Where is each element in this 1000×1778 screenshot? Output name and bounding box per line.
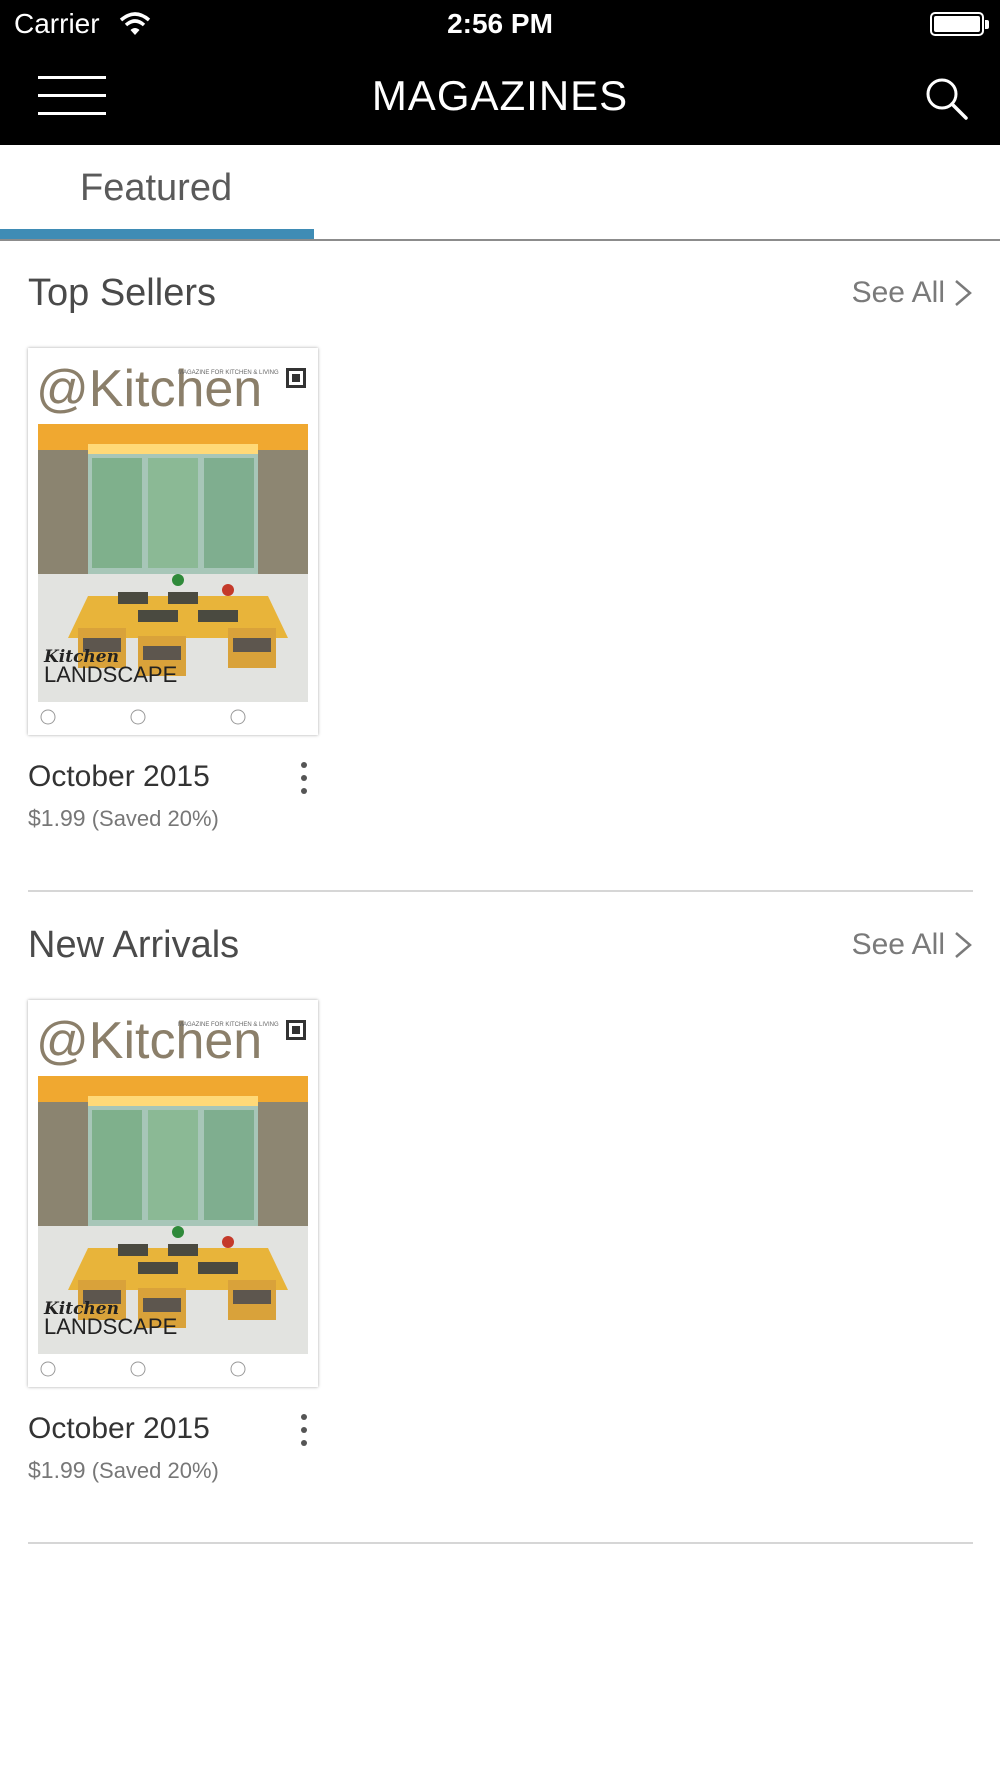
cover-tagline: MAGAZINE FOR KITCHEN & LIVING bbox=[178, 370, 279, 376]
see-all-label: See All bbox=[851, 928, 945, 961]
more-options-icon[interactable] bbox=[298, 762, 310, 802]
section-divider bbox=[28, 1542, 973, 1544]
see-all-label: See All bbox=[851, 276, 945, 309]
cover-masthead: @Kitchen bbox=[36, 1012, 262, 1070]
top-bar: Carrier 2:56 PM MAGAZINES bbox=[0, 0, 1000, 145]
tab-selected-indicator bbox=[0, 229, 314, 239]
cover-masthead: @Kitchen bbox=[36, 360, 262, 418]
magazine-cover[interactable]: @Kitchen MAGAZINE FOR KITCHEN & LIVING K… bbox=[28, 348, 318, 735]
tab-featured[interactable]: Featured bbox=[0, 145, 314, 239]
tab-bar: Featured bbox=[0, 145, 1000, 241]
chevron-right-icon bbox=[955, 932, 972, 958]
search-icon[interactable] bbox=[922, 74, 970, 122]
section-divider bbox=[28, 890, 973, 892]
section-top-sellers: Top Sellers See All @Kitchen MAGAZINE FO… bbox=[28, 272, 973, 892]
saving-label: (Saved 20%) bbox=[91, 1458, 219, 1483]
clock: 2:56 PM bbox=[447, 8, 553, 39]
magazine-cover[interactable]: @Kitchen MAGAZINE FOR KITCHEN & LIVING K… bbox=[28, 1000, 318, 1387]
cover-headline-2: LANDSCAPE bbox=[44, 662, 177, 687]
cover-headline-2: LANDSCAPE bbox=[44, 1314, 177, 1339]
status-bar: Carrier 2:56 PM bbox=[0, 0, 1000, 50]
section-title: New Arrivals bbox=[28, 924, 240, 966]
price-value: $1.99 bbox=[28, 1457, 86, 1483]
item-price: $1.99 (Saved 20%) bbox=[28, 1457, 219, 1484]
battery-icon bbox=[930, 12, 989, 36]
item-title: October 2015 bbox=[28, 760, 210, 793]
item-price: $1.99 (Saved 20%) bbox=[28, 805, 219, 832]
saving-label: (Saved 20%) bbox=[91, 806, 219, 831]
section-new-arrivals: New Arrivals See All @Kitchen MAGAZINE F… bbox=[28, 924, 973, 1544]
item-title: October 2015 bbox=[28, 1412, 210, 1445]
page-title: MAGAZINES bbox=[371, 72, 629, 119]
see-all-link[interactable]: See All bbox=[852, 276, 973, 310]
chevron-right-icon bbox=[955, 280, 972, 306]
tab-featured-label: Featured bbox=[80, 167, 233, 209]
cover-tagline: MAGAZINE FOR KITCHEN & LIVING bbox=[178, 1022, 279, 1028]
see-all-link[interactable]: See All bbox=[852, 928, 973, 962]
section-title: Top Sellers bbox=[28, 272, 216, 314]
price-value: $1.99 bbox=[28, 805, 86, 831]
more-options-icon[interactable] bbox=[298, 1414, 310, 1454]
